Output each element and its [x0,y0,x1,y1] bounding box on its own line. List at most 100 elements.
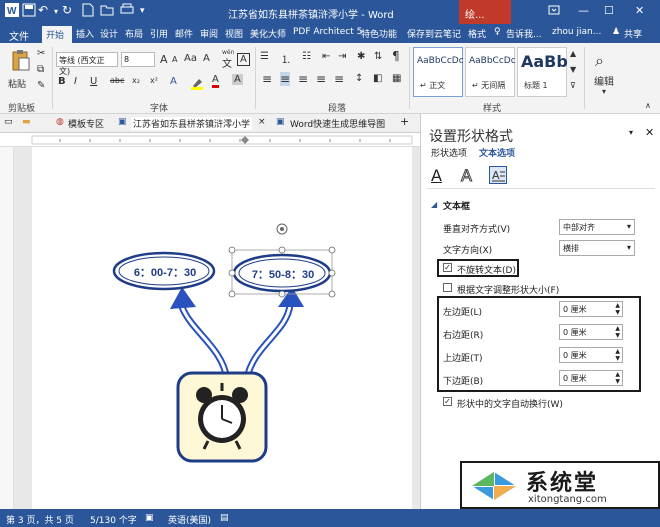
superscript-button[interactable]: x² [150,76,158,85]
line-spacing-icon[interactable]: ↕ [355,73,363,84]
tab-close-icon[interactable]: × [258,117,266,127]
spinner-icon[interactable]: ▲ ▼ [615,371,620,385]
rotate-handle-icon[interactable] [276,223,288,235]
doc-tab-templates[interactable]: 模板专区 [68,117,104,130]
bold-button[interactable]: B [58,76,66,87]
text-fill-icon[interactable]: A [431,166,442,185]
editing-dropdown-icon[interactable]: ▾ [602,87,606,96]
close-icon[interactable]: ✕ [635,4,644,17]
doc-tab-mindmap[interactable]: Word快速生成思维导图 [290,117,385,130]
tab-format[interactable]: 格式 [468,27,486,40]
doc-tab-active[interactable]: 江苏省如东县栟茶镇浒澪小学 [131,117,253,130]
change-case-icon[interactable]: Aa [184,53,197,64]
phonetic-guide-icon[interactable]: 文 [222,55,232,70]
print-icon[interactable] [120,3,134,19]
cut-icon[interactable]: ✂ [37,48,45,59]
new-tab-icon[interactable]: + [400,115,409,128]
format-painter-icon[interactable]: ✎ [37,80,45,91]
char-border-icon[interactable]: A [237,53,250,66]
redo-icon[interactable]: ↻ [62,3,72,17]
resize-handle[interactable] [328,246,336,254]
tab-references[interactable]: 引用 [150,27,168,40]
styles-scroll-up-icon[interactable]: ▲ [570,49,576,58]
macro-icon[interactable]: ▤ [220,513,229,523]
page-icon[interactable]: ▭ [4,117,13,127]
editing-icon[interactable]: ⌕ [595,51,604,71]
new-doc-icon[interactable] [82,3,94,20]
copy-icon[interactable]: ⧉ [37,64,44,75]
tab-cloud-notes[interactable]: 保存到云笔记 [407,27,461,40]
grow-font-icon[interactable]: A [160,53,168,66]
style-normal[interactable]: AaBbCcDc ↵ 正文 [413,47,464,97]
justify-icon[interactable]: ≡ [316,72,326,86]
pane-options-icon[interactable]: ▾ [629,128,633,137]
align-right-icon[interactable]: ≡ [298,72,308,86]
paste-icon[interactable] [10,49,32,76]
style-no-spacing[interactable]: AaBbCcDc ↵ 无间隔 [465,47,516,97]
share-button[interactable]: 共享 [624,27,642,40]
styles-more-icon[interactable]: ⊽ [570,81,576,90]
style-heading-1[interactable]: AaBb 标题 1 [517,47,568,97]
font-name-select[interactable]: 等线 (西文正文) [56,52,118,76]
tab-review[interactable]: 审阅 [200,27,218,40]
resize-handle[interactable] [328,290,336,298]
tell-me-input[interactable]: 告诉我... [506,27,542,40]
show-marks-icon[interactable]: ¶ [392,49,400,63]
vertical-ruler[interactable] [0,147,14,509]
resize-handle[interactable] [228,290,236,298]
tab-beautify[interactable]: 美化大师 [250,27,286,40]
document-page[interactable]: 6：00-7：30 7：50-8：30 [32,147,412,509]
char-shading-icon[interactable]: A [232,74,243,85]
distributed-icon[interactable]: ≡ [334,72,344,86]
no-rotate-checkbox[interactable]: ✓ [443,263,452,272]
tab-home[interactable]: 开始 [42,26,72,43]
page-count[interactable]: 第 3 页，共 5 页 [6,513,74,526]
share-icon[interactable]: ♟ [612,27,620,37]
bullets-icon[interactable]: ☰ [260,51,269,62]
customize-icon[interactable]: ▾ [140,6,145,16]
clear-format-icon[interactable]: A [203,53,210,64]
numbering-icon[interactable]: ⒈ [281,51,291,66]
horizontal-ruler[interactable] [0,133,420,147]
tab-text-options[interactable]: 文本选项 [479,146,515,159]
restore-ribbon-icon[interactable] [548,4,560,19]
spinner-icon[interactable]: ▲ ▼ [615,348,620,362]
tab-view[interactable]: 视图 [225,27,243,40]
tab-mailings[interactable]: 邮件 [175,27,193,40]
underline-button[interactable]: U [90,76,97,87]
bottom-margin-input[interactable]: 0 厘米 ▲ ▼ [559,370,623,386]
tab-shape-options[interactable]: 形状选项 [431,146,467,159]
section-collapse-icon[interactable]: ◢ [431,200,437,209]
spinner-icon[interactable]: ▲ ▼ [615,302,620,316]
text-effects-icon[interactable]: A [170,76,177,87]
highlight-icon[interactable] [190,76,204,93]
text-direction-select[interactable]: 横排 ▾ [559,240,635,256]
user-name[interactable]: zhou jian... [552,27,601,37]
increase-indent-icon[interactable]: ⇥ [338,51,346,62]
tab-insert[interactable]: 插入 [76,27,94,40]
textbox-layout-icon[interactable]: A [489,166,507,184]
autofit-checkbox[interactable] [443,283,452,292]
resize-handle[interactable] [228,269,236,277]
sort-icon[interactable]: ⇅ [374,51,382,62]
undo-icon[interactable]: ↶ [38,3,48,17]
text-outline-icon[interactable]: A [461,166,473,186]
font-color-icon[interactable]: A [212,74,219,88]
right-margin-input[interactable]: 0 厘米 ▲ ▼ [559,324,623,340]
decrease-indent-icon[interactable]: ⇤ [322,51,330,62]
resize-handle[interactable] [328,269,336,277]
maximize-icon[interactable]: ☐ [604,4,614,17]
resize-handle[interactable] [228,246,236,254]
tab-design[interactable]: 设计 [100,27,118,40]
paste-button[interactable]: 粘贴 [8,77,26,90]
top-margin-input[interactable]: 0 厘米 ▲ ▼ [559,347,623,363]
word-count[interactable]: 5/130 个字 [90,513,137,526]
italic-button[interactable]: I [74,76,77,87]
tab-special[interactable]: 特色功能 [361,27,397,40]
pane-close-icon[interactable]: ✕ [645,126,654,139]
left-margin-input[interactable]: 0 厘米 ▲ ▼ [559,301,623,317]
open-icon[interactable] [100,3,114,19]
tab-layout[interactable]: 布局 [125,27,143,40]
shading-icon[interactable]: ◧ [373,73,382,84]
multilevel-list-icon[interactable]: ☷ [302,51,311,62]
